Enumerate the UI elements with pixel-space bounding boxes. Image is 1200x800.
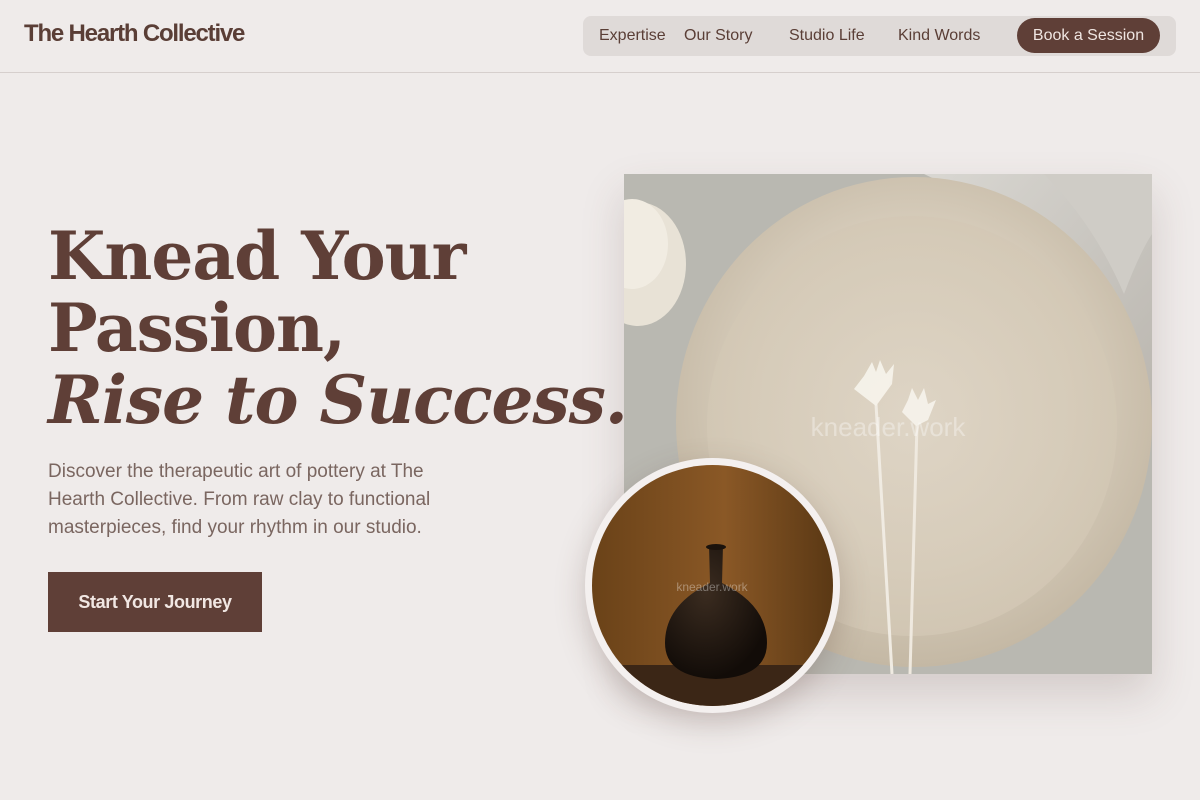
hero-description: Discover the therapeutic art of pottery … [48,461,431,538]
vase-watermark: kneader.work [676,580,748,594]
hero-title: Knead Your Passion, Rise to Success. [48,217,628,439]
hero-title-line: Passion, [48,289,346,367]
plate-watermark: kneader.work [811,412,967,442]
black-vase-image: kneader.work [592,465,833,706]
hero-title-italic-line: Rise to Success. [48,361,628,439]
vase-image-frame: kneader.work [585,458,840,713]
nav-link-kind-words[interactable]: Kind Words [898,27,980,45]
nav-link-expertise[interactable]: Expertise [599,27,666,45]
site-header: The Hearth Collective Expertise Our Stor… [0,0,1200,73]
start-journey-button[interactable]: Start Your Journey [48,572,262,632]
book-session-button[interactable]: Book a Session [1017,18,1160,53]
site-logo[interactable]: The Hearth Collective [24,20,245,48]
hero-title-line: Knead Your [48,217,466,295]
main-nav: Expertise Our Story Studio Life Kind Wor… [583,16,1176,56]
nav-link-studio-life[interactable]: Studio Life [789,27,865,45]
nav-link-our-story[interactable]: Our Story [684,27,752,45]
